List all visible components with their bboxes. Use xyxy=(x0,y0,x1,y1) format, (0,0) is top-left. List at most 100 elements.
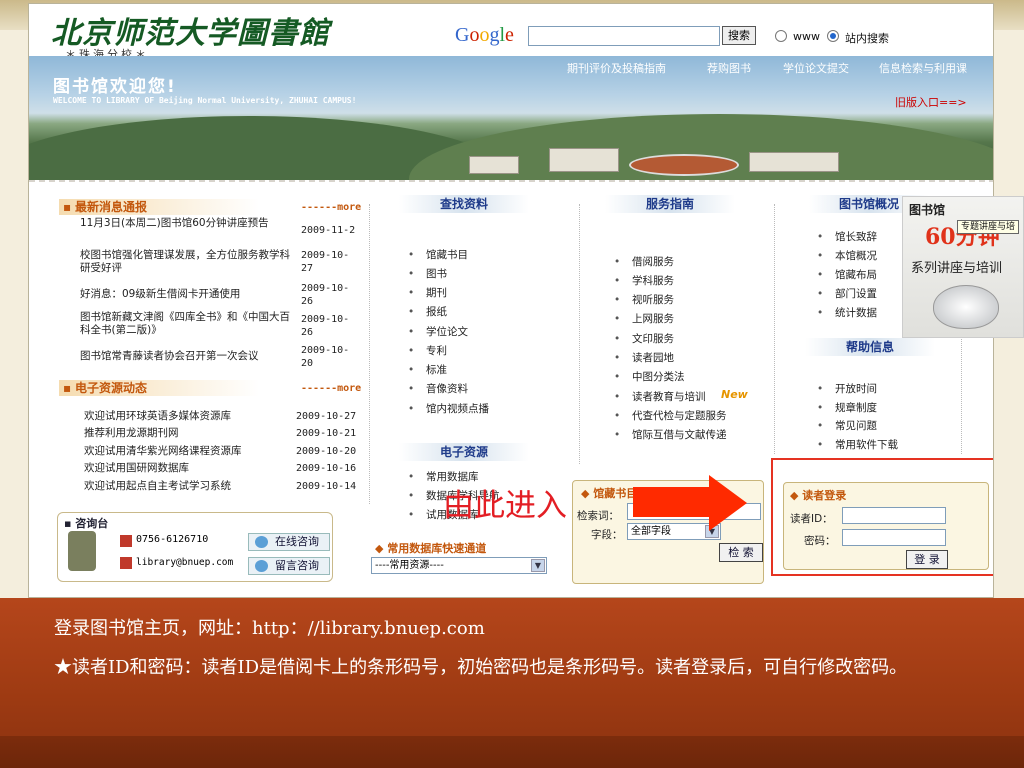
torn-divider xyxy=(29,180,993,192)
online-consult-button[interactable]: 在线咨询 xyxy=(248,533,330,551)
old-version-link[interactable]: 旧版入口==> xyxy=(895,94,967,110)
login-button[interactable]: 登 录 xyxy=(906,550,948,569)
google-search-input[interactable] xyxy=(528,26,720,46)
message-icon xyxy=(255,560,268,572)
radio-www-label: www xyxy=(793,30,820,43)
consult-email[interactable]: library@bnuep.com xyxy=(136,557,233,568)
help-item[interactable]: 规章制度 xyxy=(817,401,877,415)
eres-heading: 电子资源 xyxy=(399,443,529,461)
find-item-catalog[interactable]: 馆藏书目 xyxy=(408,248,468,262)
column-divider xyxy=(774,204,775,454)
find-item-standards[interactable]: 标准 xyxy=(408,363,447,377)
welcome-title: 图书馆欢迎您! xyxy=(53,77,177,97)
service-item[interactable]: 文印服务 xyxy=(614,332,674,346)
service-item[interactable]: 代查代检与定题服务 xyxy=(614,409,726,423)
catalog-title: ◆ 馆藏书目 xyxy=(581,487,638,500)
banner-building xyxy=(749,152,839,172)
eres-news-item[interactable]: 欢迎试用国研网数据库 xyxy=(84,462,189,475)
reader-id-label: 读者ID： xyxy=(790,513,833,525)
radio-www[interactable] xyxy=(775,30,787,42)
login-highlight-frame: ◆ 读者登录 读者ID： 密码： 登 录 xyxy=(771,458,993,576)
caption-line-url: 登录图书馆主页，网址：http：//library.bnuep.com xyxy=(54,618,485,639)
news-item[interactable]: 11月3日(本周二)图书馆60分钟讲座预告 xyxy=(80,217,298,230)
popup-tooltip: 专题讲座与培 xyxy=(957,220,1020,234)
eres-news-item[interactable]: 推荐利用龙源期刊网 xyxy=(84,427,179,440)
catalog-search-button[interactable]: 检 索 xyxy=(719,543,763,562)
find-item-books[interactable]: 图书 xyxy=(408,267,447,281)
find-item-newspapers[interactable]: 报纸 xyxy=(408,305,447,319)
consult-box: ▪ 咨询台 0756-6126710 library@bnuep.com 在线咨… xyxy=(57,512,333,582)
news-date: 2009-10-27 xyxy=(301,250,350,274)
help-item[interactable]: 常用软件下载 xyxy=(817,438,898,452)
service-item[interactable]: 中图分类法 xyxy=(614,370,684,384)
slide: 北京师范大学圖書館 ＊珠海分校＊ Google 搜索 www 站内搜索 图书馆欢… xyxy=(0,0,1024,768)
service-item[interactable]: 馆际互借与文献传递 xyxy=(614,428,726,442)
google-search-button[interactable]: 搜索 xyxy=(722,26,756,45)
eres-news-date: 2009-10-21 xyxy=(296,428,357,439)
banner-building xyxy=(469,156,519,174)
service-heading: 服务指南 xyxy=(605,195,735,213)
reader-login-box: ◆ 读者登录 读者ID： 密码： 登 录 xyxy=(783,482,989,570)
find-item-audiovisual[interactable]: 音像资料 xyxy=(408,382,468,396)
find-item-patents[interactable]: 专利 xyxy=(408,344,447,358)
news-section-title: 最新消息通报 xyxy=(59,199,259,215)
welcome-english: WELCOME TO LIBRARY OF Beijing Normal Uni… xyxy=(53,96,357,105)
nav-info-retrieval[interactable]: 信息检索与利用课 xyxy=(879,60,967,76)
news-more-link[interactable]: ------more xyxy=(301,202,361,213)
find-heading: 查找资料 xyxy=(399,195,529,213)
popup-subtitle: 系列讲座与培训 xyxy=(911,261,1003,276)
eres-news-date: 2009-10-27 xyxy=(296,411,357,422)
help-item[interactable]: 开放时间 xyxy=(817,382,877,396)
help-item[interactable]: 常见问题 xyxy=(817,419,877,433)
nav-recommend-books[interactable]: 荐购图书 xyxy=(707,60,751,76)
service-item[interactable]: 学科服务 xyxy=(614,274,674,288)
service-item[interactable]: 读者园地 xyxy=(614,351,674,365)
arrow-shaft xyxy=(633,487,711,517)
nav-thesis-submit[interactable]: 学位论文提交 xyxy=(783,60,849,76)
eres-more-link[interactable]: ------more xyxy=(301,383,361,394)
lecture-popup[interactable]: 图书馆 60分钟 专题讲座与培 系列讲座与培训 xyxy=(902,196,1024,338)
nav-journal-guide[interactable]: 期刊评价及投稿指南 xyxy=(567,60,666,76)
find-item-theses[interactable]: 学位论文 xyxy=(408,325,468,339)
eres-news-date: 2009-10-14 xyxy=(296,481,357,492)
new-badge: New xyxy=(721,388,748,401)
phone-small-icon xyxy=(120,535,132,547)
find-item-journals[interactable]: 期刊 xyxy=(408,286,447,300)
service-item[interactable]: 上网服务 xyxy=(614,312,674,326)
site-header: 北京师范大学圖書館 ＊珠海分校＊ Google 搜索 www 站内搜索 xyxy=(29,4,993,61)
arrow-right-icon xyxy=(633,475,748,531)
about-item[interactable]: 馆藏布局 xyxy=(817,268,877,282)
reader-id-input[interactable] xyxy=(842,507,946,524)
service-item[interactable]: 读者教育与培训 xyxy=(614,390,705,404)
radio-site-label: 站内搜索 xyxy=(845,32,889,45)
radio-site-search[interactable] xyxy=(827,30,839,42)
chat-icon xyxy=(255,536,268,548)
banner-building xyxy=(549,148,619,172)
about-item[interactable]: 统计数据 xyxy=(817,306,877,320)
eres-news-item[interactable]: 欢迎试用环球英语多媒体资源库 xyxy=(84,410,231,423)
database-select[interactable]: ----常用资源---- ▼ xyxy=(371,557,547,574)
eres-news-item[interactable]: 欢迎试用清华紫光网络课程资源库 xyxy=(84,445,242,458)
message-consult-label: 留言咨询 xyxy=(275,559,319,572)
service-item[interactable]: 借阅服务 xyxy=(614,255,674,269)
chevron-down-icon[interactable]: ▼ xyxy=(531,559,545,572)
news-item[interactable]: 校图书馆强化管理谋发展，全方位服务教学科研受好评 xyxy=(80,249,298,275)
eres-dynamics-title: 电子资源动态 xyxy=(59,380,259,396)
keyword-label: 检索词： xyxy=(577,510,619,522)
find-item-video-on-demand[interactable]: 馆内视频点播 xyxy=(408,402,489,416)
news-item[interactable]: 好消息：09级新生借阅卡开通使用 xyxy=(80,288,298,301)
news-item[interactable]: 图书馆常青藤读者协会召开第一次会议 xyxy=(80,350,298,363)
fast-channel-title-text: 常用数据库快速通道 xyxy=(387,542,487,555)
message-consult-button[interactable]: 留言咨询 xyxy=(248,557,330,575)
about-item[interactable]: 本馆概况 xyxy=(817,249,877,263)
arrow-head xyxy=(709,475,747,531)
about-item[interactable]: 馆长致辞 xyxy=(817,230,877,244)
password-input[interactable] xyxy=(842,529,946,546)
news-item[interactable]: 图书馆新藏文津阁《四库全书》和《中国大百科全书(第二版)》 xyxy=(80,311,298,337)
eres-news-item[interactable]: 欢迎试用起点自主考试学习系统 xyxy=(84,480,231,493)
service-item[interactable]: 视听服务 xyxy=(614,293,674,307)
consult-phone: 0756-6126710 xyxy=(136,534,209,545)
popup-title: 图书馆 xyxy=(909,203,946,217)
login-title-text: 读者登录 xyxy=(802,489,847,502)
about-item[interactable]: 部门设置 xyxy=(817,287,877,301)
